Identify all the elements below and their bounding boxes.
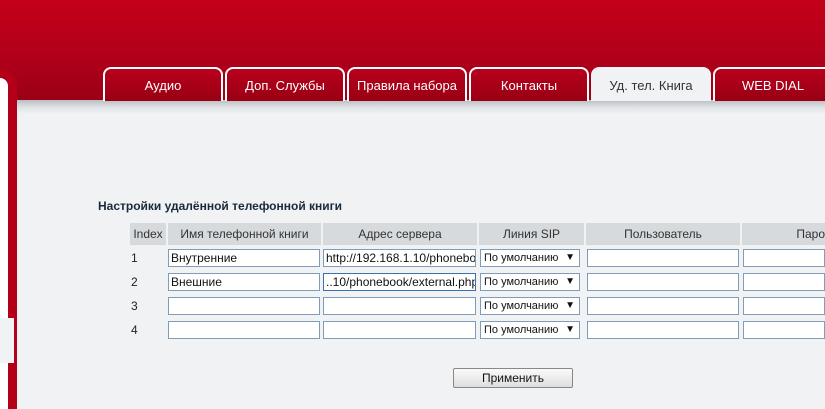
sip-line-value: По умолчанию [484, 324, 559, 336]
phonebook-name-input[interactable] [168, 321, 320, 339]
col-header-index: Index [130, 223, 166, 245]
tab-extra-services[interactable]: Доп. Службы [225, 67, 345, 101]
tab-remote-phonebook[interactable]: Уд. тел. Книга [591, 67, 711, 101]
phonebook-name-input[interactable]: Внешние [168, 273, 320, 291]
tab-contacts[interactable]: Контакты [469, 67, 589, 101]
dropdown-arrow-icon: ▼ [565, 276, 575, 287]
col-header-server: Адрес сервера [323, 223, 477, 245]
col-header-password: Паро [742, 223, 825, 245]
sip-line-value: По умолчанию [484, 300, 559, 312]
sip-line-value: По умолчанию [484, 276, 559, 288]
tab-dial-rules[interactable]: Правила набора [347, 67, 467, 101]
section-title: Настройки удалённой телефонной книги [98, 199, 343, 213]
server-address-input[interactable] [323, 297, 476, 315]
user-input[interactable] [587, 273, 739, 291]
user-input[interactable] [587, 321, 739, 339]
dropdown-arrow-icon: ▼ [565, 300, 575, 311]
server-address-input[interactable] [323, 321, 476, 339]
col-header-user: Пользователь [586, 223, 740, 245]
left-gap [0, 318, 14, 363]
phonebook-name-input[interactable]: Внутренние [168, 249, 320, 267]
server-address-input[interactable]: ..10/phonebook/external.php [323, 273, 476, 291]
col-header-name: Имя телефонной книги [168, 223, 321, 245]
user-input[interactable] [587, 249, 739, 267]
sip-line-value: По умолчанию [484, 252, 559, 264]
col-header-sip-line: Линия SIP [479, 223, 584, 245]
server-address-input[interactable]: http://192.168.1.10/phonebo [323, 249, 476, 267]
tab-audio[interactable]: Аудио [103, 67, 223, 101]
row-index: 2 [131, 275, 138, 289]
password-input[interactable] [743, 249, 825, 267]
row-index: 3 [131, 299, 138, 313]
password-input[interactable] [743, 297, 825, 315]
col-header-password-label: Паро [796, 227, 825, 241]
password-input[interactable] [743, 273, 825, 291]
dropdown-arrow-icon: ▼ [565, 252, 575, 263]
sip-line-select[interactable]: По умолчанию ▼ [480, 321, 580, 339]
sip-line-select[interactable]: По умолчанию ▼ [480, 297, 580, 315]
phonebook-name-input[interactable] [168, 297, 320, 315]
dropdown-arrow-icon: ▼ [565, 324, 575, 335]
header-shadow [0, 100, 825, 114]
password-input[interactable] [743, 321, 825, 339]
sip-line-select[interactable]: По умолчанию ▼ [480, 249, 580, 267]
sip-line-select[interactable]: По умолчанию ▼ [480, 273, 580, 291]
tab-web-dial[interactable]: WEB DIAL [713, 67, 825, 101]
user-input[interactable] [587, 297, 739, 315]
row-index: 1 [131, 251, 138, 265]
apply-button[interactable]: Применить [453, 368, 573, 388]
row-index: 4 [131, 323, 138, 337]
